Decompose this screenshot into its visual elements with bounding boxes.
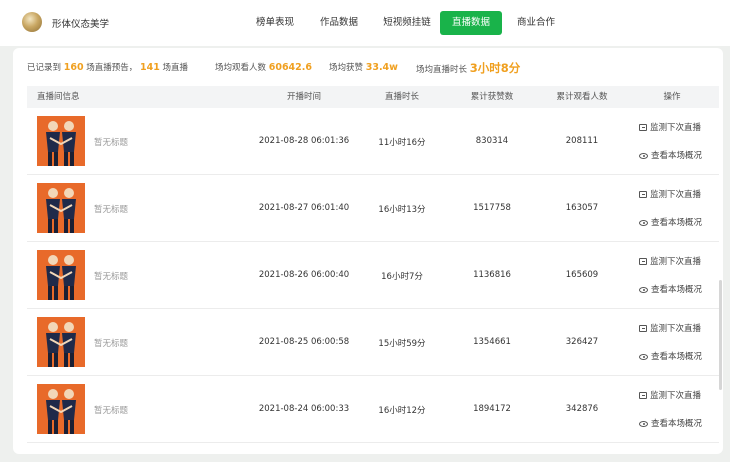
record-summary: 已记录到 160 场直播预告， 141 场直播: [27, 62, 189, 73]
col-start-time: 开播时间: [286, 92, 321, 102]
monitor-next-live-button[interactable]: 监测下次直播: [639, 389, 701, 401]
eye-icon: [639, 287, 648, 293]
col-actions: 操作: [663, 92, 681, 102]
total-viewers: 208111: [565, 136, 599, 146]
live-data-panel: 已记录到 160 场直播预告， 141 场直播 场均观看人数 60642.6 场…: [13, 48, 723, 454]
live-thumbnail[interactable]: [37, 183, 85, 233]
col-duration: 直播时长: [384, 92, 419, 102]
table-row: 暂无标题 2021-08-26 06:00:40 16小时7分 1136816 …: [27, 242, 719, 309]
col-viewers: 累计观看人数: [556, 92, 608, 102]
eye-icon: [639, 421, 648, 427]
monitor-icon: [639, 124, 647, 131]
total-likes: 1136816: [473, 270, 511, 280]
view-live-overview-button[interactable]: 查看本场概况: [639, 350, 702, 362]
live-title: 暂无标题: [94, 205, 129, 215]
live-thumbnail[interactable]: [37, 384, 85, 434]
total-likes: 1517758: [473, 203, 511, 213]
avg-viewers-stat: 场均观看人数 60642.6: [215, 62, 312, 73]
monitor-icon: [639, 191, 647, 198]
tab-works-data[interactable]: 作品数据: [311, 11, 367, 35]
live-duration: 16小时12分: [378, 406, 426, 416]
col-likes: 累计获赞数: [470, 92, 514, 102]
start-time: 2021-08-28 06:01:36: [258, 136, 350, 146]
live-thumbnail[interactable]: [37, 250, 85, 300]
avg-duration-stat: 场均直播时长 3小时8分: [416, 61, 521, 75]
total-viewers: 165609: [565, 270, 599, 280]
total-likes: 1354661: [473, 337, 511, 347]
table-row: 暂无标题 2021-08-25 06:00:58 15小时59分 1354661…: [27, 309, 719, 376]
live-count: 141: [139, 62, 160, 73]
live-duration: 16小时13分: [378, 205, 426, 215]
view-live-overview-button[interactable]: 查看本场概况: [639, 149, 702, 161]
preview-count: 160: [63, 62, 84, 73]
account-name: 形体仪态美学: [52, 19, 110, 30]
account-avatar[interactable]: [22, 12, 42, 32]
total-viewers: 163057: [565, 203, 599, 213]
view-live-overview-button[interactable]: 查看本场概况: [639, 283, 702, 295]
table-header: 直播间信息 开播时间 直播时长 累计获赞数 累计观看人数 操作: [27, 86, 719, 108]
live-title: 暂无标题: [94, 138, 129, 148]
monitor-next-live-button[interactable]: 监测下次直播: [639, 322, 701, 334]
top-nav-bar: 形体仪态美学 榜单表现 作品数据 短视频挂链 直播数据 商业合作: [0, 0, 730, 46]
live-duration: 11小时16分: [378, 138, 426, 148]
col-room-info: 直播间信息: [37, 92, 80, 102]
start-time: 2021-08-25 06:00:58: [258, 337, 350, 347]
start-time: 2021-08-24 06:00:33: [258, 404, 350, 414]
live-title: 暂无标题: [94, 339, 129, 349]
table-row: 暂无标题 2021-08-27 06:01:40 16小时13分 1517758…: [27, 175, 719, 242]
monitor-icon: [639, 258, 647, 265]
avg-viewers-value: 60642.6: [268, 62, 312, 73]
total-viewers: 326427: [565, 337, 599, 347]
summary-bar: 已记录到 160 场直播预告， 141 场直播 场均观看人数 60642.6 场…: [27, 58, 717, 78]
monitor-next-live-button[interactable]: 监测下次直播: [639, 121, 701, 133]
eye-icon: [639, 153, 648, 159]
start-time: 2021-08-27 06:01:40: [258, 203, 350, 213]
start-time: 2021-08-26 06:00:40: [258, 270, 350, 280]
avg-likes-value: 33.4w: [365, 62, 398, 73]
table-row: 暂无标题 2021-08-24 06:00:33 16小时12分 1894172…: [27, 376, 719, 443]
eye-icon: [639, 220, 648, 226]
monitor-next-live-button[interactable]: 监测下次直播: [639, 255, 701, 267]
live-title: 暂无标题: [94, 272, 129, 282]
total-viewers: 342876: [565, 404, 599, 414]
tab-rankings[interactable]: 榜单表现: [247, 11, 303, 35]
monitor-icon: [639, 325, 647, 332]
live-duration: 15小时59分: [378, 339, 426, 349]
live-thumbnail[interactable]: [37, 317, 85, 367]
avg-duration-value: 3小时8分: [469, 61, 521, 75]
scrollbar[interactable]: [719, 280, 722, 390]
total-likes: 830314: [475, 136, 509, 146]
table-row: 暂无标题 2021-08-28 06:01:36 11小时16分 830314 …: [27, 108, 719, 175]
monitor-icon: [639, 392, 647, 399]
monitor-next-live-button[interactable]: 监测下次直播: [639, 188, 701, 200]
view-live-overview-button[interactable]: 查看本场概况: [639, 417, 702, 429]
total-likes: 1894172: [473, 404, 511, 414]
tab-video-links[interactable]: 短视频挂链: [375, 11, 439, 35]
live-thumbnail[interactable]: [37, 116, 85, 166]
tab-live-data[interactable]: 直播数据: [440, 11, 502, 35]
eye-icon: [639, 354, 648, 360]
live-title: 暂无标题: [94, 406, 129, 416]
view-live-overview-button[interactable]: 查看本场概况: [639, 216, 702, 228]
tab-business[interactable]: 商业合作: [508, 11, 564, 35]
avg-likes-stat: 场均获赞 33.4w: [329, 62, 398, 73]
live-duration: 16小时7分: [381, 272, 423, 282]
